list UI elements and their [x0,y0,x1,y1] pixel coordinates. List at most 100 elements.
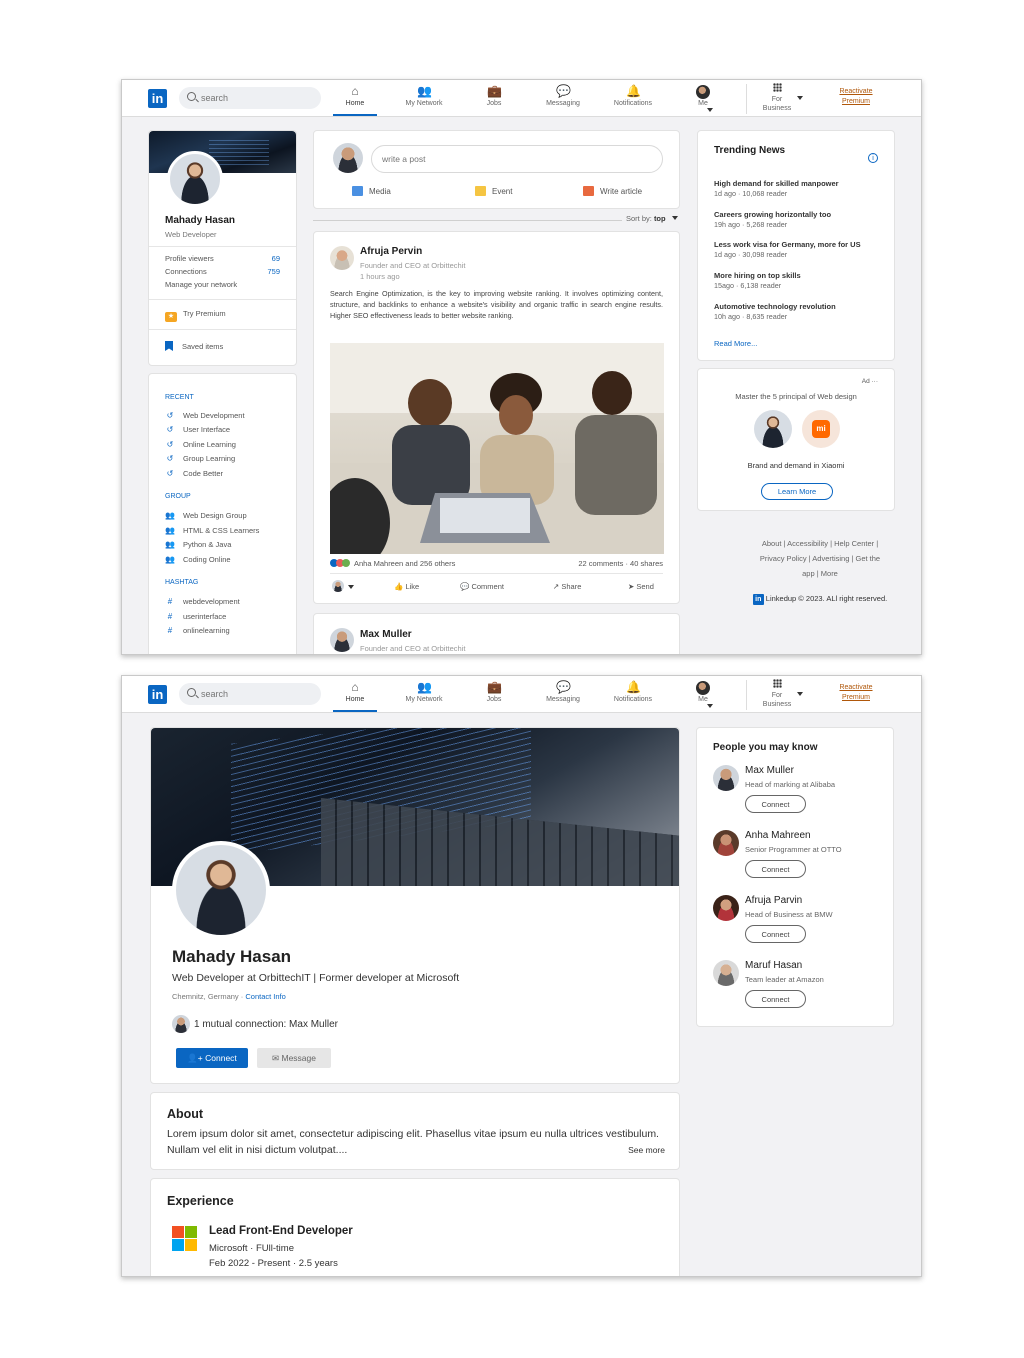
search-input[interactable] [201,683,316,705]
person-name[interactable]: Maruf Hasan [745,960,802,971]
recent-item[interactable]: ↺ Online Learning [165,440,236,449]
pymk-title: People you may know [713,742,818,753]
connect-button[interactable]: Connect [745,795,806,813]
nav-notifications[interactable]: 🔔 Notifications [603,85,663,115]
group-item[interactable]: 👥 Coding Online [165,555,231,564]
connect-button[interactable]: Connect [745,990,806,1008]
search-bar[interactable] [179,87,321,109]
grid-icon [772,679,782,688]
group-item[interactable]: 👥 HTML & CSS Learners [165,526,259,535]
nav-notifications[interactable]: 🔔 Notifications [603,681,663,711]
see-more-link[interactable]: See more [628,1145,665,1155]
nav-jobs[interactable]: 💼 Jobs [464,681,524,711]
connect-button[interactable]: Connect [745,925,806,943]
saved-items-link[interactable]: Saved items [165,341,223,351]
post-author[interactable]: Max Muller [360,629,412,640]
reaction-summary[interactable]: Anha Mahreen and 256 others [330,559,455,568]
share-button[interactable]: ↗ Share [553,582,581,591]
recent-item[interactable]: ↺ Web Development [165,411,245,420]
footer-line[interactable]: app | More [720,566,920,581]
search-input[interactable] [201,87,316,109]
for-business-menu[interactable]: For Business [750,679,804,711]
profile-avatar[interactable] [172,841,270,939]
nav-messaging[interactable]: 💬 Messaging [533,681,593,711]
person-name[interactable]: Anha Mahreen [745,830,811,841]
trending-item[interactable]: High demand for skilled manpower 1d ago ·… [714,179,884,198]
profile-viewers-row[interactable]: Profile viewers 69 [165,254,280,263]
media-button[interactable]: Media [352,186,391,196]
manage-network-link[interactable]: Manage your network [165,280,280,289]
send-button[interactable]: ➤ Send [628,582,654,591]
trending-item[interactable]: Less work visa for Germany, more for US 1… [714,240,884,259]
hashtag-item[interactable]: # onlinelearning [165,626,230,635]
write-article-button[interactable]: Write article [583,186,642,196]
footer-line[interactable]: About | Accessibility | Help Center | [720,536,920,551]
author-avatar[interactable] [330,246,354,270]
connect-button[interactable]: Connect [745,860,806,878]
group-item[interactable]: 👥 Python & Java [165,540,231,549]
nav-my-network[interactable]: 👥 My Network [394,681,454,711]
sort-dropdown[interactable]: Sort by: top [622,214,682,223]
contact-info-link[interactable]: Contact Info [245,992,285,1001]
trending-item[interactable]: Automotive technology revolution 10h ago … [714,302,884,321]
post-image[interactable] [330,343,664,554]
person-name[interactable]: Afruja Parvin [745,895,802,906]
ad-label[interactable]: Ad ··· [862,378,878,385]
nav-me[interactable]: Me [673,681,733,711]
nav-messaging[interactable]: 💬 Messaging [533,85,593,115]
try-premium-link[interactable]: ★ Try Premium [165,309,226,322]
recent-item[interactable]: ↺ Code Better [165,469,223,478]
linkedin-small-logo: in [752,594,764,605]
engagement-counts[interactable]: 22 comments · 40 shares [578,559,663,568]
recent-item[interactable]: ↺ Group Learning [165,454,235,463]
linkedin-logo[interactable]: in [148,89,167,108]
person-avatar[interactable] [713,765,739,791]
footer-links[interactable]: About | Accessibility | Help Center | Pr… [720,536,920,581]
trending-item[interactable]: Careers growing horizontally too 19h ago … [714,210,884,229]
read-more-link[interactable]: Read More... [714,339,757,348]
nav-home[interactable]: ⌂ Home [325,85,385,116]
chevron-down-icon[interactable] [348,585,354,589]
profile-avatar[interactable] [167,151,223,207]
post-input-wrapper[interactable] [371,145,663,173]
info-icon[interactable]: i [868,153,878,163]
event-button[interactable]: Event [475,186,512,196]
person-avatar[interactable] [713,895,739,921]
connect-button[interactable]: 👤+ Connect [176,1048,248,1068]
post-author[interactable]: Afruja Pervin [360,246,422,257]
nav-me[interactable]: Me [673,85,733,115]
trending-news-card: Trending News i High demand for skilled … [697,130,895,361]
connections-row[interactable]: Connections 759 [165,267,280,276]
footer-line[interactable]: Privacy Policy | Advertising | Get the [720,551,920,566]
comment-button[interactable]: 💬 Comment [460,582,504,591]
trending-meta: 15ago · 6,138 reader [714,281,782,290]
profile-name[interactable]: Mahady Hasan [165,215,235,226]
reactor-avatar[interactable] [332,580,344,592]
message-button[interactable]: ✉ Message [257,1048,331,1068]
for-business-menu[interactable]: For Business [750,83,804,115]
recent-item[interactable]: ↺ User Interface [165,425,230,434]
person-avatar[interactable] [713,960,739,986]
like-button[interactable]: 👍 Like [394,582,419,591]
hashtag-item[interactable]: # userinterface [165,612,227,621]
linkedin-logo[interactable]: in [148,685,167,704]
reactivate-premium-link[interactable]: Reactivate Premium [822,683,890,703]
history-icon: ↺ [166,425,174,434]
learn-more-button[interactable]: Learn More [761,483,833,500]
reactivate-premium-link[interactable]: Reactivate Premium [822,87,890,107]
trending-headline: Careers growing horizontally too [714,210,832,219]
person-name[interactable]: Max Muller [745,765,794,776]
mutual-connection[interactable]: 1 mutual connection: Max Muller [194,1019,338,1030]
author-avatar[interactable] [330,628,354,652]
nav-home[interactable]: ⌂ Home [325,681,385,712]
mutual-avatar[interactable] [172,1015,190,1033]
post-input[interactable] [372,146,662,172]
group-item[interactable]: 👥 Web Design Group [165,511,247,520]
nav-me-label: Me [698,696,708,703]
trending-item[interactable]: More hiring on top skills 15ago · 6,138 r… [714,271,884,290]
person-avatar[interactable] [713,830,739,856]
search-bar[interactable] [179,683,321,705]
nav-my-network[interactable]: 👥 My Network [394,85,454,115]
hashtag-item[interactable]: # webdevelopment [165,597,240,606]
nav-jobs[interactable]: 💼 Jobs [464,85,524,115]
